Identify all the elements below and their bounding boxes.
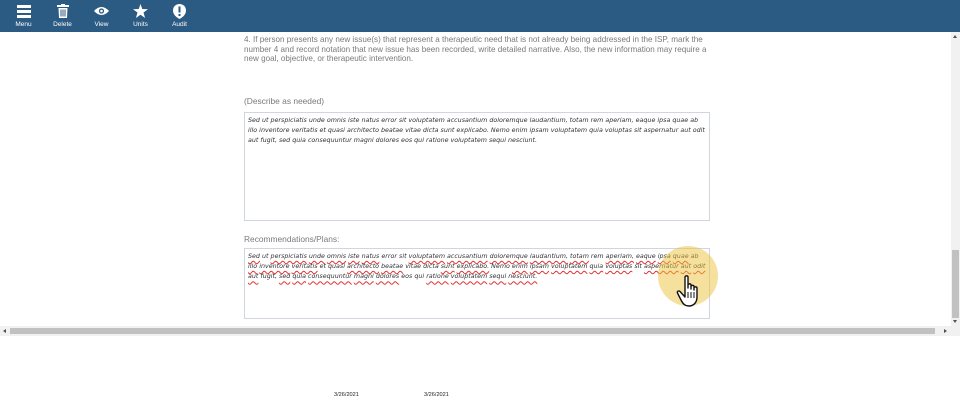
misspelled-word: Sed xyxy=(248,253,260,260)
scroll-down-arrow-icon[interactable] xyxy=(953,320,957,323)
misspelled-word: aut xyxy=(248,273,259,281)
word: quasi xyxy=(328,263,346,271)
misspelled-word: sequi xyxy=(489,273,507,281)
trash-icon xyxy=(56,2,69,20)
describe-textarea[interactable]: Sed ut perspiciatis unde omnis iste natu… xyxy=(244,112,710,221)
misspelled-word: accusantium xyxy=(447,253,488,260)
describe-label: (Describe as needed) xyxy=(244,96,325,106)
eye-icon xyxy=(94,2,109,20)
misspelled-word: totam xyxy=(569,253,589,260)
audit-label: Audit xyxy=(172,21,187,28)
misspelled-word: omnis xyxy=(326,253,347,260)
word: ab xyxy=(690,253,699,260)
misspelled-word: natus xyxy=(361,253,380,260)
word: vitae xyxy=(405,263,422,271)
misspelled-word: iste xyxy=(348,253,360,260)
word: dicta xyxy=(423,263,439,271)
misspelled-word: ipsam xyxy=(529,263,549,271)
misspelled-word: veritatis xyxy=(291,263,318,271)
word: sit xyxy=(634,263,642,271)
misspelled-word: sunt xyxy=(440,263,455,271)
date-1: 3/26/2021 xyxy=(334,392,359,398)
delete-label: Delete xyxy=(53,21,72,28)
units-button[interactable]: Units xyxy=(121,0,160,32)
toolbar: Menu Delete View Units Audit xyxy=(0,0,960,32)
word: rem xyxy=(590,253,604,260)
misspelled-word: voluptatem xyxy=(450,273,488,281)
word: Nemo xyxy=(491,263,510,271)
misspelled-word: explicabo. xyxy=(456,263,490,271)
menu-label: Menu xyxy=(15,21,32,28)
misspelled-word: aut xyxy=(680,263,692,271)
misspelled-word: quae xyxy=(672,253,689,260)
horizontal-scrollbar[interactable] xyxy=(0,326,960,336)
star-icon xyxy=(133,2,148,20)
menu-button[interactable]: Menu xyxy=(4,0,43,32)
misspelled-word: consequuntur xyxy=(308,273,352,281)
misspelled-word: laudantium, xyxy=(529,253,568,260)
misspelled-word: voluptatem xyxy=(408,253,445,260)
word: qui xyxy=(414,273,425,281)
misspelled-word: inventore xyxy=(259,263,290,271)
misspelled-word: voluptas xyxy=(605,263,633,271)
units-label: Units xyxy=(133,21,148,28)
misspelled-word: nesciunt. xyxy=(508,273,538,281)
recommendations-textarea[interactable]: Sed ut perspiciatis unde omnis iste natu… xyxy=(244,248,710,319)
misspelled-word: ipsa xyxy=(657,253,671,260)
misspelled-word: unde xyxy=(308,253,325,260)
misspelled-word: sed xyxy=(279,273,291,281)
scroll-left-arrow-icon[interactable] xyxy=(3,328,6,333)
misspelled-word: illo xyxy=(248,263,258,271)
vertical-scroll-thumb[interactable] xyxy=(952,250,959,318)
misspelled-word: aperiam, xyxy=(605,253,634,260)
form-content: 4. If person presents any new issue(s) t… xyxy=(0,32,951,326)
misspelled-word: dolores xyxy=(375,273,400,281)
misspelled-word: voluptatem xyxy=(551,263,588,271)
vertical-scrollbar[interactable] xyxy=(951,32,960,326)
view-button[interactable]: View xyxy=(82,0,121,32)
scroll-up-arrow-icon[interactable] xyxy=(953,35,957,38)
delete-button[interactable]: Delete xyxy=(43,0,82,32)
word: ut xyxy=(262,253,269,260)
misspelled-word: enim xyxy=(511,263,528,271)
view-label: View xyxy=(94,21,109,28)
word: fugit, xyxy=(260,273,277,281)
date-2: 3/26/2021 xyxy=(424,392,449,398)
misspelled-word: beatae xyxy=(381,263,404,271)
menu-icon xyxy=(16,2,31,20)
word: sit xyxy=(399,253,407,260)
misspelled-word: magni xyxy=(353,273,374,281)
alert-icon xyxy=(173,2,186,20)
scroll-right-arrow-icon[interactable] xyxy=(944,328,947,333)
instruction-text: 4. If person presents any new issue(s) t… xyxy=(244,35,707,64)
misspelled-word: quia xyxy=(589,263,604,271)
misspelled-word: eaque xyxy=(635,253,656,260)
misspelled-word: aspernatur xyxy=(643,263,679,271)
word: et xyxy=(319,263,326,271)
misspelled-word: perspiciatis xyxy=(270,253,307,260)
misspelled-word: quia xyxy=(292,273,307,281)
horizontal-scroll-thumb[interactable] xyxy=(10,328,935,334)
misspelled-word: odit xyxy=(693,263,706,271)
recommendations-label: Recommendations/Plans: xyxy=(244,234,340,244)
audit-button[interactable]: Audit xyxy=(160,0,199,32)
word: eos xyxy=(401,273,413,281)
misspelled-word: architecto xyxy=(347,263,380,271)
misspelled-word: ratione xyxy=(426,273,449,281)
misspelled-word: doloremque xyxy=(489,253,528,260)
word: error xyxy=(381,253,397,260)
